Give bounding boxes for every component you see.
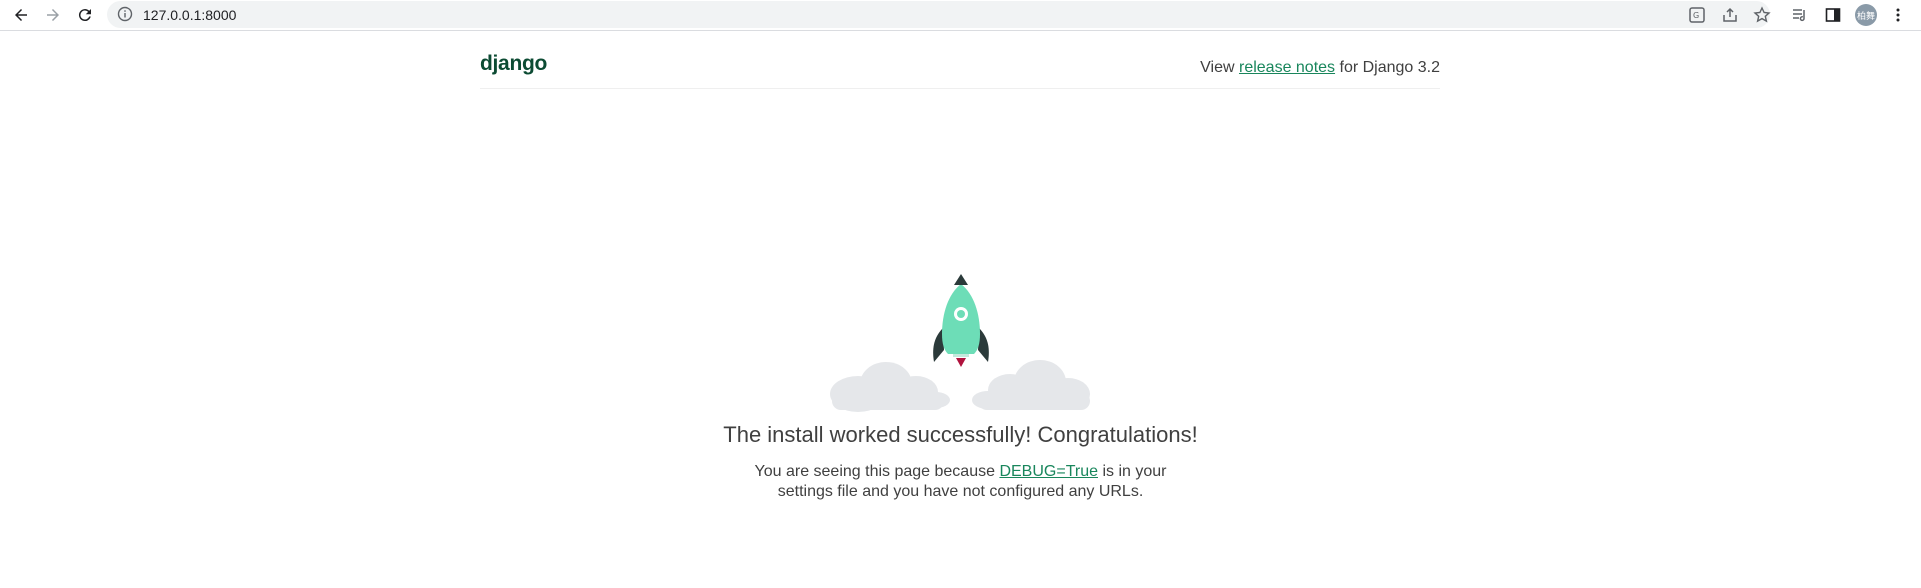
address-bar[interactable]: 127.0.0.1:8000 [107,1,1770,28]
page-title: The install worked successfully! Congrat… [723,422,1198,447]
site-info-icon[interactable] [117,6,133,22]
share-icon[interactable] [1718,3,1742,27]
site-header: django View release notes for Django 3.2 [480,50,1440,89]
translate-icon[interactable]: G [1685,3,1709,27]
svg-text:G: G [1693,11,1699,20]
page-description: You are seeing this page because DEBUG=T… [754,463,1167,500]
reload-icon[interactable] [73,3,97,27]
cloud-right [972,360,1090,410]
exhaust-trail [958,362,964,406]
back-icon[interactable] [9,3,33,27]
forward-icon[interactable] [41,3,65,27]
debug-true-link[interactable]: DEBUG=True [999,463,1098,480]
rocket-flame [956,358,966,367]
release-notes-link[interactable]: release notes [1239,59,1335,76]
django-logo[interactable]: django [480,52,547,76]
side-panel-icon[interactable] [1821,3,1845,27]
rocket-illustration [828,270,1094,416]
reading-list-icon[interactable] [1788,3,1812,27]
url-text: 127.0.0.1:8000 [143,7,237,23]
rocket-nose [954,274,968,285]
browser-toolbar: 127.0.0.1:8000 G 柏舞 [0,0,1921,31]
cloud-left [830,362,950,412]
profile-avatar[interactable]: 柏舞 [1855,4,1877,26]
menu-kebab-icon[interactable] [1886,3,1910,27]
bookmark-star-icon[interactable] [1750,3,1774,27]
release-notes-text: View release notes for Django 3.2 [1200,59,1440,76]
